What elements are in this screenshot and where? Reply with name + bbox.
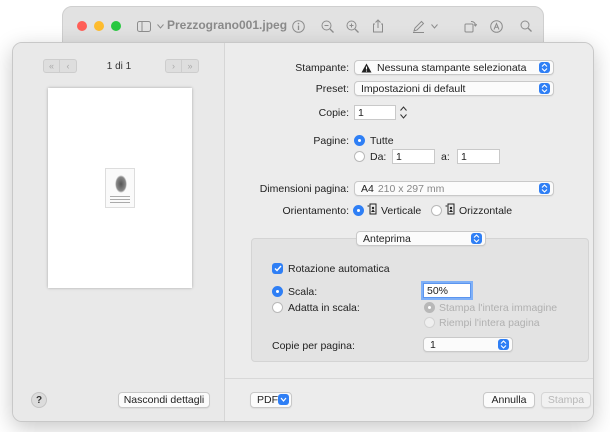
warning-icon	[361, 63, 372, 72]
paper-size-label: Dimensioni pagina:	[259, 183, 349, 195]
chevron-down-icon[interactable]	[425, 17, 443, 35]
copies-stepper[interactable]	[399, 105, 408, 120]
fill-page-label: Riempi l'intera pagina	[439, 317, 540, 329]
window-title: Prezzograno001.jpeg	[167, 18, 288, 32]
pages-to-label: a:	[441, 151, 450, 163]
chevron-updown-icon	[498, 339, 509, 350]
scale-radio[interactable]	[272, 286, 283, 297]
hide-details-button[interactable]: Nascondi dettagli	[118, 392, 210, 408]
footer-divider	[225, 378, 593, 379]
page-counter: 1 di 1	[106, 61, 132, 72]
orientation-landscape-label: Orizzontale	[459, 205, 513, 217]
last-page-button[interactable]: »	[182, 59, 199, 73]
copies-per-page-label: Copie per pagina:	[272, 340, 355, 352]
minimize-window-button[interactable]	[94, 21, 104, 31]
zoom-window-button[interactable]	[111, 21, 121, 31]
pages-all-label: Tutte	[370, 135, 394, 147]
orientation-portrait-radio[interactable]	[353, 205, 364, 216]
fit-to-scale-radio[interactable]	[272, 302, 283, 313]
paper-size-value: A4	[361, 182, 374, 195]
auto-rotate-label: Rotazione automatica	[288, 263, 390, 275]
nav-forward-group: › »	[165, 59, 199, 73]
orientation-landscape-radio[interactable]	[431, 205, 442, 216]
image-thumbnail	[105, 168, 135, 208]
fill-page-radio[interactable]	[424, 317, 435, 328]
pages-to-input[interactable]: 1	[457, 149, 500, 164]
help-button[interactable]: ?	[31, 392, 47, 408]
preset-select[interactable]: Impostazioni di default	[354, 81, 554, 96]
scale-input[interactable]: 50%	[423, 283, 471, 298]
chevron-updown-icon	[539, 183, 550, 194]
chevron-down-icon	[278, 394, 289, 405]
info-icon[interactable]	[289, 17, 307, 35]
fit-whole-image-radio[interactable]	[424, 302, 435, 313]
section-select[interactable]: Anteprima	[356, 231, 486, 246]
preview-options-box: Anteprima Rotazione automatica Scala: 50…	[251, 231, 589, 362]
auto-rotate-checkbox[interactable]	[272, 263, 283, 274]
first-page-button[interactable]: «	[43, 59, 60, 73]
paper-size-select[interactable]: A4 210 x 297 mm	[354, 181, 554, 196]
portrait-icon	[367, 203, 377, 215]
preview-pane: « ‹ 1 di 1 › » ? Nascondi dettagli	[13, 43, 225, 421]
next-page-button[interactable]: ›	[165, 59, 182, 73]
scale-label: Scala:	[288, 286, 318, 298]
copies-per-page-value: 1	[430, 338, 436, 351]
rotate-icon[interactable]	[461, 17, 479, 35]
print-dialog: « ‹ 1 di 1 › » ? Nascondi dettagli Stamp…	[12, 42, 594, 422]
pages-from-input[interactable]: 1	[392, 149, 435, 164]
printer-value: Nessuna stampante selezionata	[377, 61, 527, 74]
search-icon[interactable]	[517, 17, 535, 35]
pages-all-radio[interactable]	[354, 135, 365, 146]
pages-label: Pagine:	[313, 135, 349, 147]
pdf-menu-button[interactable]: PDF	[250, 392, 292, 408]
zoom-in-icon[interactable]	[343, 17, 361, 35]
share-icon[interactable]	[369, 17, 387, 35]
chevron-updown-icon	[539, 83, 550, 94]
chevron-updown-icon	[539, 62, 550, 73]
page-preview	[48, 88, 192, 288]
printer-label: Stampante:	[295, 62, 349, 74]
pdf-label: PDF	[257, 394, 278, 406]
orientation-label: Orientamento:	[282, 205, 349, 217]
fit-to-scale-label: Adatta in scala:	[288, 302, 360, 314]
previous-page-button[interactable]: ‹	[60, 59, 77, 73]
settings-pane: Stampante: Nessuna stampante selezionata…	[225, 43, 593, 421]
window-controls	[77, 21, 121, 31]
nav-back-group: « ‹	[43, 59, 77, 73]
orientation-portrait-label: Verticale	[381, 205, 422, 217]
pages-range-radio[interactable]	[354, 151, 365, 162]
fit-whole-image-label: Stampa l'intera immagine	[439, 302, 558, 314]
print-button[interactable]: Stampa	[541, 392, 591, 408]
landscape-icon	[445, 203, 455, 215]
zoom-out-icon[interactable]	[318, 17, 336, 35]
background-window-titlebar: Prezzograno001.jpeg	[62, 6, 544, 46]
printer-select[interactable]: Nessuna stampante selezionata	[354, 60, 554, 75]
preset-label: Preset:	[315, 83, 349, 95]
paper-size-dims: 210 x 297 mm	[377, 182, 445, 195]
close-window-button[interactable]	[77, 21, 87, 31]
cancel-button[interactable]: Annulla	[483, 392, 535, 408]
copies-per-page-select[interactable]: 1	[423, 337, 513, 352]
pages-from-label: Da:	[370, 151, 387, 163]
copies-input[interactable]: 1	[354, 105, 396, 120]
highlight-icon[interactable]	[487, 17, 505, 35]
checkmark-icon	[274, 265, 282, 272]
preset-value: Impostazioni di default	[361, 82, 466, 95]
copies-label: Copie:	[318, 107, 349, 119]
section-value: Anteprima	[363, 232, 411, 245]
chevron-updown-icon	[471, 233, 482, 244]
